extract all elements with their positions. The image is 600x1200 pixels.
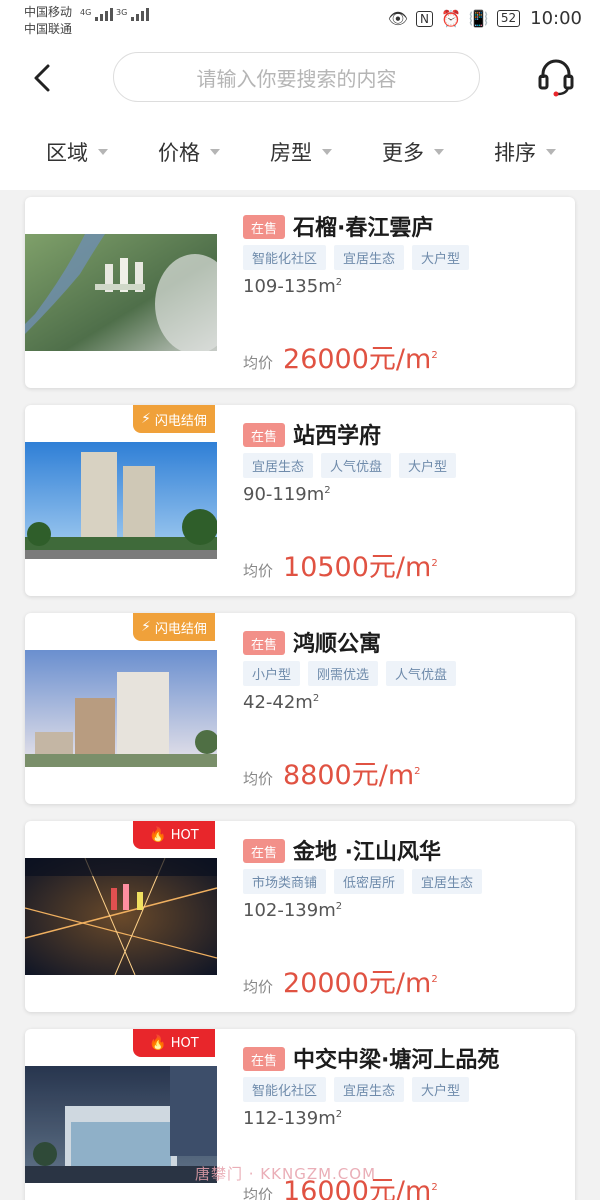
tag: 低密居所 xyxy=(334,869,405,894)
listing-name: 站西学府 xyxy=(293,424,382,449)
listing-card[interactable]: 🔥 HOT 在售 金地 ·江山风华 市场类商铺 低密居所 宜居生态 102-139… xyxy=(25,821,575,1012)
price-label: 均价 xyxy=(243,354,274,372)
nfc-icon: N xyxy=(416,10,433,27)
listing-image xyxy=(25,442,217,559)
listing-name: 鸿顺公寓 xyxy=(293,632,382,657)
battery-icon: 52 xyxy=(496,10,521,27)
hot-badge: 🔥 HOT xyxy=(133,1029,215,1057)
tag: 宜居生态 xyxy=(334,1077,405,1102)
tag: 大户型 xyxy=(399,453,457,478)
sale-status-badge: 在售 xyxy=(243,839,285,863)
listing-image xyxy=(25,234,217,351)
caret-down-icon xyxy=(210,149,220,155)
area-range: 102-139m2 xyxy=(243,900,343,921)
listing-image xyxy=(25,1066,217,1183)
header: 请输入你要搜索的内容 xyxy=(0,42,600,114)
tag: 智能化社区 xyxy=(243,1077,327,1102)
filter-layout[interactable]: 房型 xyxy=(270,137,332,167)
signal-4g-icon: 4G xyxy=(80,8,114,21)
listing-card[interactable]: ⚡ 闪电结佣 在售 鸿顺公寓 小户型 刚需优选 人气优盘 42-42m2 均价 8… xyxy=(25,613,575,804)
price-label: 均价 xyxy=(243,1186,274,1200)
flash-commission-badge: ⚡ 闪电结佣 xyxy=(133,613,215,641)
area-range: 109-135m2 xyxy=(243,276,343,297)
alarm-icon: ⏰ xyxy=(441,9,461,28)
filter-more[interactable]: 更多 xyxy=(382,137,444,167)
listing-card[interactable]: 在售 石榴·春江雲庐 智能化社区 宜居生态 大户型 109-135m2 均价 2… xyxy=(25,197,575,388)
sale-status-badge: 在售 xyxy=(243,1047,285,1071)
carrier-2: 中国联通 xyxy=(24,22,73,36)
headset-icon[interactable] xyxy=(536,56,576,98)
clock: 10:00 xyxy=(530,8,582,29)
hot-badge: 🔥 HOT xyxy=(133,821,215,849)
tag: 宜居生态 xyxy=(412,869,483,894)
sale-status-badge: 在售 xyxy=(243,631,285,655)
tag-list: 市场类商铺 低密居所 宜居生态 xyxy=(243,869,483,894)
price-value: 26000元/m2 xyxy=(283,344,438,375)
tag: 市场类商铺 xyxy=(243,869,327,894)
status-icons: 👁 N ⏰ 📳 52 10:00 xyxy=(388,8,582,29)
carrier-1: 中国移动 xyxy=(24,5,73,19)
back-icon[interactable] xyxy=(28,60,58,96)
tag: 人气优盘 xyxy=(321,453,392,478)
area-range: 90-119m2 xyxy=(243,484,331,505)
tag-list: 宜居生态 人气优盘 大户型 xyxy=(243,453,457,478)
tag: 大户型 xyxy=(412,1077,470,1102)
filter-bar: 区域 价格 房型 更多 排序 xyxy=(0,114,600,190)
price-value: 8800元/m2 xyxy=(283,760,421,791)
sale-status-badge: 在售 xyxy=(243,215,285,239)
tag: 人气优盘 xyxy=(386,661,457,686)
flame-icon: 🔥 xyxy=(149,1035,167,1051)
tag: 智能化社区 xyxy=(243,245,327,270)
search-input[interactable]: 请输入你要搜索的内容 xyxy=(113,52,480,102)
tag: 刚需优选 xyxy=(308,661,379,686)
listing-card[interactable]: ⚡ 闪电结佣 在售 站西学府 宜居生态 人气优盘 大户型 90-119m2 均价 … xyxy=(25,405,575,596)
watermark: 唐攀门 · KKNGZM.COM xyxy=(195,1165,377,1183)
caret-down-icon xyxy=(322,149,332,155)
tag: 宜居生态 xyxy=(334,245,405,270)
listing-name: 石榴·春江雲庐 xyxy=(293,216,434,241)
tag: 宜居生态 xyxy=(243,453,314,478)
caret-down-icon xyxy=(98,149,108,155)
listing-image xyxy=(25,650,217,767)
filter-sort[interactable]: 排序 xyxy=(494,137,556,167)
area-range: 112-139m2 xyxy=(243,1108,343,1129)
carrier-info: 中国移动 中国联通 xyxy=(24,4,72,38)
price-row: 均价 20000元/m2 xyxy=(243,961,438,1000)
filter-price[interactable]: 价格 xyxy=(158,137,220,167)
eye-icon: 👁 xyxy=(387,9,409,28)
signal-3g-icon: 3G xyxy=(116,8,150,21)
price-row: 均价 8800元/m2 xyxy=(243,753,421,792)
price-value: 20000元/m2 xyxy=(283,968,438,999)
price-row: 均价 10500元/m2 xyxy=(243,545,438,584)
search-placeholder: 请输入你要搜索的内容 xyxy=(196,66,397,91)
price-label: 均价 xyxy=(243,978,274,996)
vibrate-icon: 📳 xyxy=(468,9,489,28)
tag-list: 智能化社区 宜居生态 大户型 xyxy=(243,245,470,270)
listing-image xyxy=(25,858,217,975)
listing-name: 金地 ·江山风华 xyxy=(293,840,442,865)
lightning-icon: ⚡ xyxy=(141,619,151,635)
tag: 大户型 xyxy=(412,245,470,270)
price-row: 均价 26000元/m2 xyxy=(243,337,438,376)
caret-down-icon xyxy=(434,149,444,155)
tag-list: 智能化社区 宜居生态 大户型 xyxy=(243,1077,470,1102)
tag-list: 小户型 刚需优选 人气优盘 xyxy=(243,661,457,686)
caret-down-icon xyxy=(546,149,556,155)
flash-commission-badge: ⚡ 闪电结佣 xyxy=(133,405,215,433)
status-bar: 中国移动 中国联通 4G 3G 👁 N ⏰ 📳 52 10:00 xyxy=(0,0,600,42)
price-label: 均价 xyxy=(243,770,274,788)
price-value: 10500元/m2 xyxy=(283,552,438,583)
flame-icon: 🔥 xyxy=(149,827,167,843)
lightning-icon: ⚡ xyxy=(141,411,151,427)
area-range: 42-42m2 xyxy=(243,692,320,713)
tag: 小户型 xyxy=(243,661,301,686)
listing-name: 中交中梁·塘河上品苑 xyxy=(293,1048,500,1073)
price-label: 均价 xyxy=(243,562,274,580)
sale-status-badge: 在售 xyxy=(243,423,285,447)
filter-region[interactable]: 区域 xyxy=(46,137,108,167)
